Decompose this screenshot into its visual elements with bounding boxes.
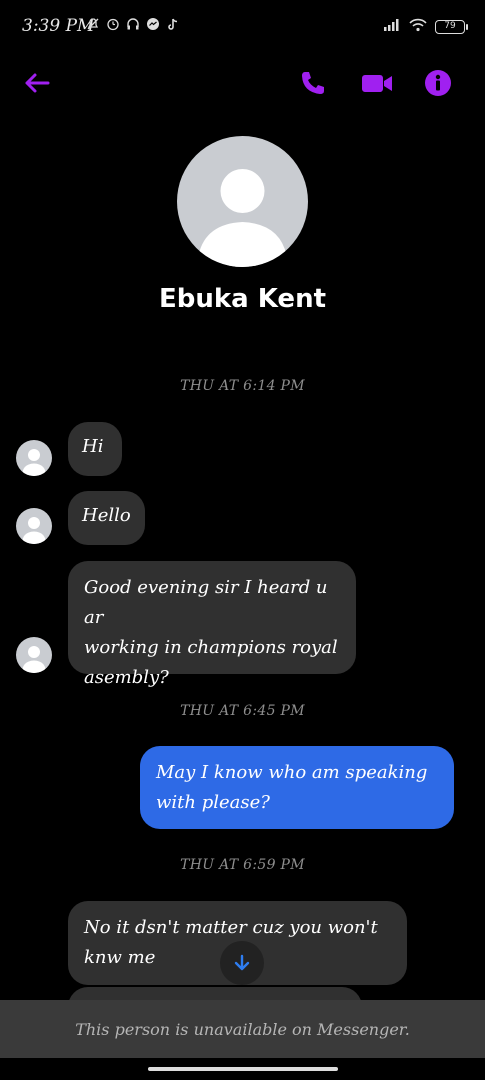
alarm-icon <box>106 16 120 32</box>
phone-icon <box>302 72 324 94</box>
voice-call-button[interactable] <box>298 68 328 98</box>
sender-avatar[interactable] <box>16 440 52 476</box>
back-arrow-icon <box>25 73 50 93</box>
tiktok-icon <box>166 16 180 32</box>
message-text-line: May I know who am speaking <box>156 762 428 783</box>
info-button[interactable] <box>423 68 453 98</box>
messenger-icon <box>146 16 160 32</box>
signal-icon <box>383 17 401 36</box>
message-text: Hi <box>82 436 104 457</box>
arrow-down-icon <box>234 954 250 971</box>
battery-indicator: 79 <box>435 19 468 34</box>
headphones-icon <box>126 16 140 32</box>
timestamp: THU AT 6:59 PM <box>180 857 305 873</box>
chat-header <box>0 56 485 110</box>
default-user-icon <box>22 646 46 673</box>
outgoing-message[interactable]: May I know who am speaking with please? <box>140 746 454 829</box>
incoming-message[interactable]: Good evening sir I heard u ar working in… <box>68 561 356 688</box>
incoming-message[interactable]: Hello <box>68 491 145 545</box>
scroll-to-bottom-button[interactable] <box>220 941 264 985</box>
timestamp: THU AT 6:45 PM <box>180 703 305 719</box>
video-call-button[interactable] <box>360 68 394 98</box>
system-status-icons: 79 <box>383 17 468 36</box>
back-button[interactable] <box>22 68 52 98</box>
message-text-line: asembly? <box>84 667 169 688</box>
home-indicator[interactable] <box>148 1067 338 1071</box>
video-camera-icon <box>362 75 392 92</box>
sender-avatar[interactable] <box>16 637 52 673</box>
status-bar: 3:39 PM 79 <box>0 0 485 56</box>
unavailable-text: This person is unavailable on Messenger. <box>75 1019 410 1039</box>
default-user-icon <box>22 449 46 476</box>
wifi-icon <box>409 17 427 36</box>
message-text-line: with please? <box>156 792 270 813</box>
muted-bell-icon <box>86 16 100 32</box>
default-user-icon <box>197 169 288 267</box>
message-text-line: No it dsn't matter cuz you won't <box>84 917 378 938</box>
unavailable-notice: This person is unavailable on Messenger. <box>0 1000 485 1058</box>
timestamp: THU AT 6:14 PM <box>180 378 305 394</box>
info-icon <box>425 70 451 96</box>
status-time: 3:39 PM <box>22 16 95 36</box>
contact-avatar[interactable] <box>177 136 308 267</box>
incoming-message[interactable]: Hi <box>68 422 122 476</box>
message-text-line: working in champions royal <box>84 637 338 658</box>
message-text-line: Good evening sir I heard u ar <box>84 577 328 628</box>
default-user-icon <box>22 517 46 544</box>
sender-avatar[interactable] <box>16 508 52 544</box>
notification-icons <box>86 16 180 32</box>
message-text: Hello <box>82 505 131 526</box>
contact-name: Ebuka Kent <box>158 284 327 314</box>
